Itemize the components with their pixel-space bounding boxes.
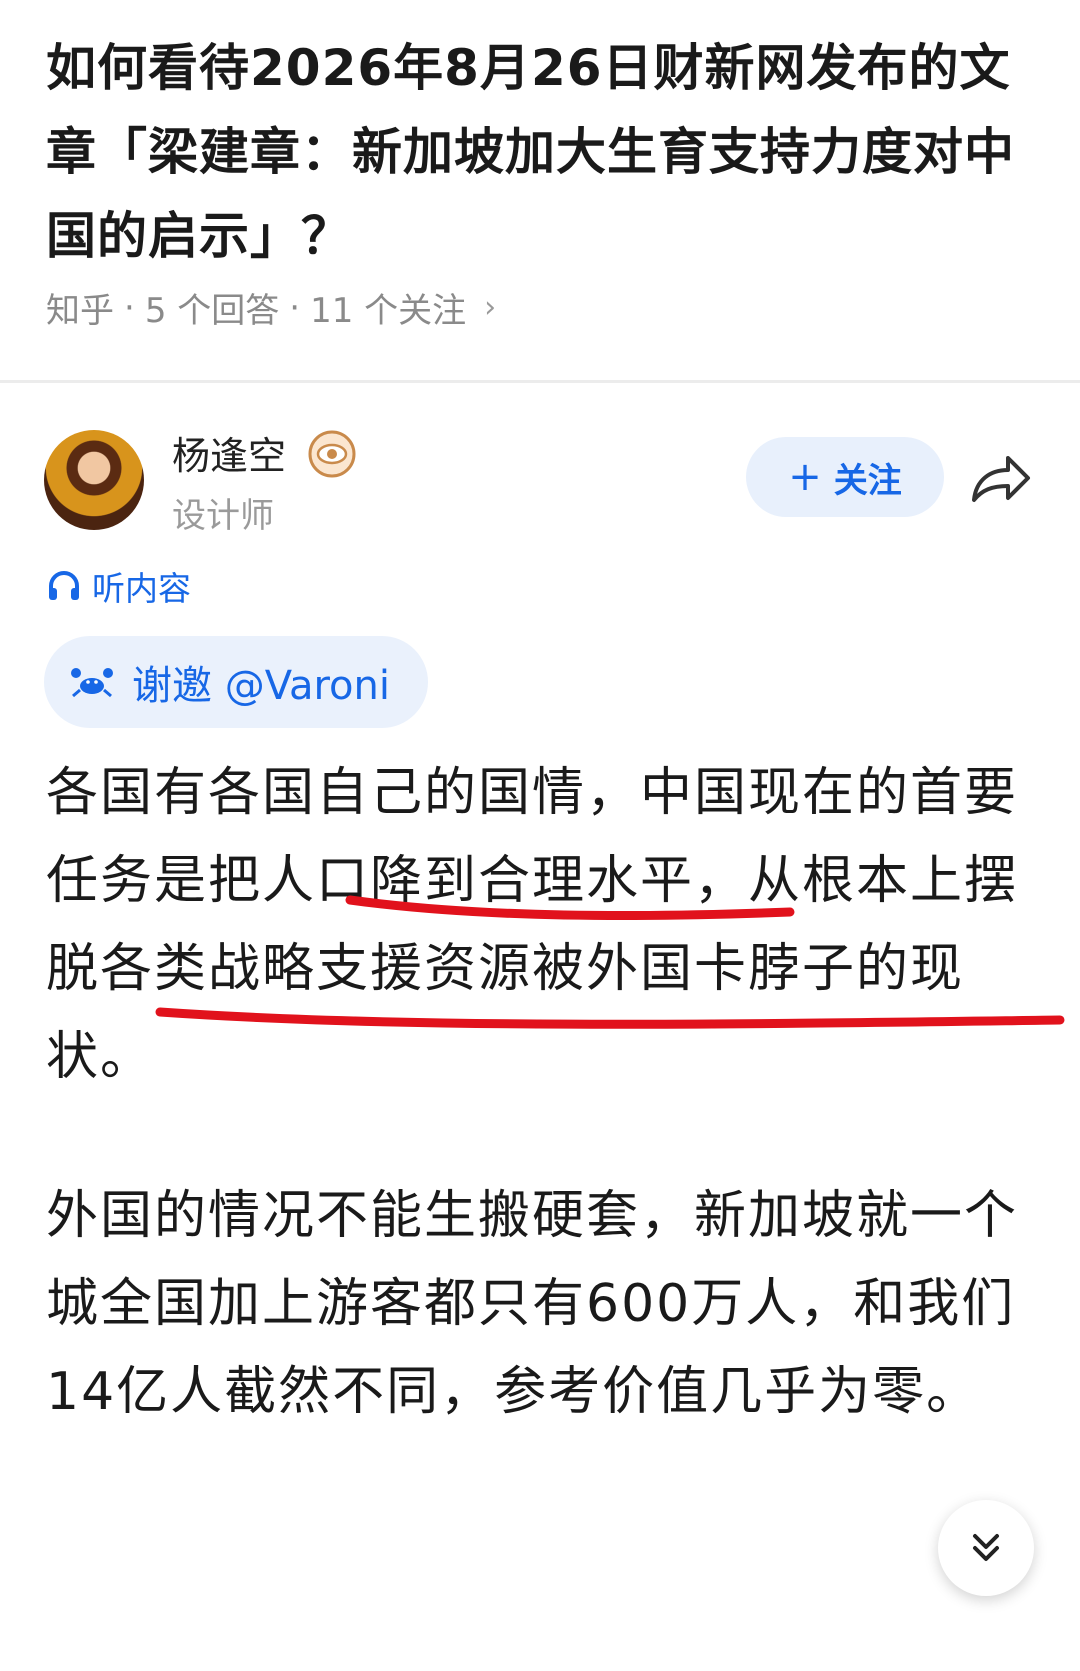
meta-separator: · [124,287,135,328]
author-name[interactable]: 杨逢空 [172,425,286,480]
share-icon[interactable] [968,448,1034,508]
question-title[interactable]: 如何看待2026年8月26日财新网发布的文章「梁建章：新加坡加大生育支持力度对中… [46,26,1046,278]
answer-paragraph: 外国的情况不能生搬硬套，新加坡就一个城全国加上游客都只有600万人，和我们14亿… [46,1186,1019,1422]
double-chevron-down-icon [973,1534,999,1561]
meta-separator: · [289,287,301,328]
invite-thanks-tag[interactable]: 谢邀 @Varoni [44,636,428,728]
crab-icon [71,668,113,698]
section-divider [0,380,1080,383]
eye-badge-icon [308,430,356,478]
scroll-down-button[interactable] [938,1500,1034,1596]
answer-paragraph: 各国有各国自己的国情，中国现在的首要任务是把人口降到合理水平，从根本上摆脱各类战… [46,763,1019,1087]
listen-label: 听内容 [92,569,191,608]
author-role: 设计师 [172,496,274,536]
invite-thanks-label: 谢邀 @Varoni [132,663,390,709]
listen-button[interactable]: 听内容 [46,562,191,610]
follow-label: 关注 [833,460,902,501]
bottom-fade [0,1560,1080,1671]
follower-count: 11 个关注 [310,291,467,331]
follow-button[interactable]: + 关注 [746,437,944,517]
avatar[interactable] [44,430,144,530]
source-label: 知乎 [46,291,114,331]
headphones-icon [49,571,79,600]
question-meta[interactable]: 知乎 · 5 个回答 · 11 个关注 › [46,283,496,332]
chevron-right-icon: › [484,290,497,325]
answer-count: 5 个回答 [144,291,280,331]
plus-icon: + [788,454,822,500]
question-header: 如何看待2026年8月26日财新网发布的文章「梁建章：新加坡加大生育支持力度对中… [0,0,1080,380]
